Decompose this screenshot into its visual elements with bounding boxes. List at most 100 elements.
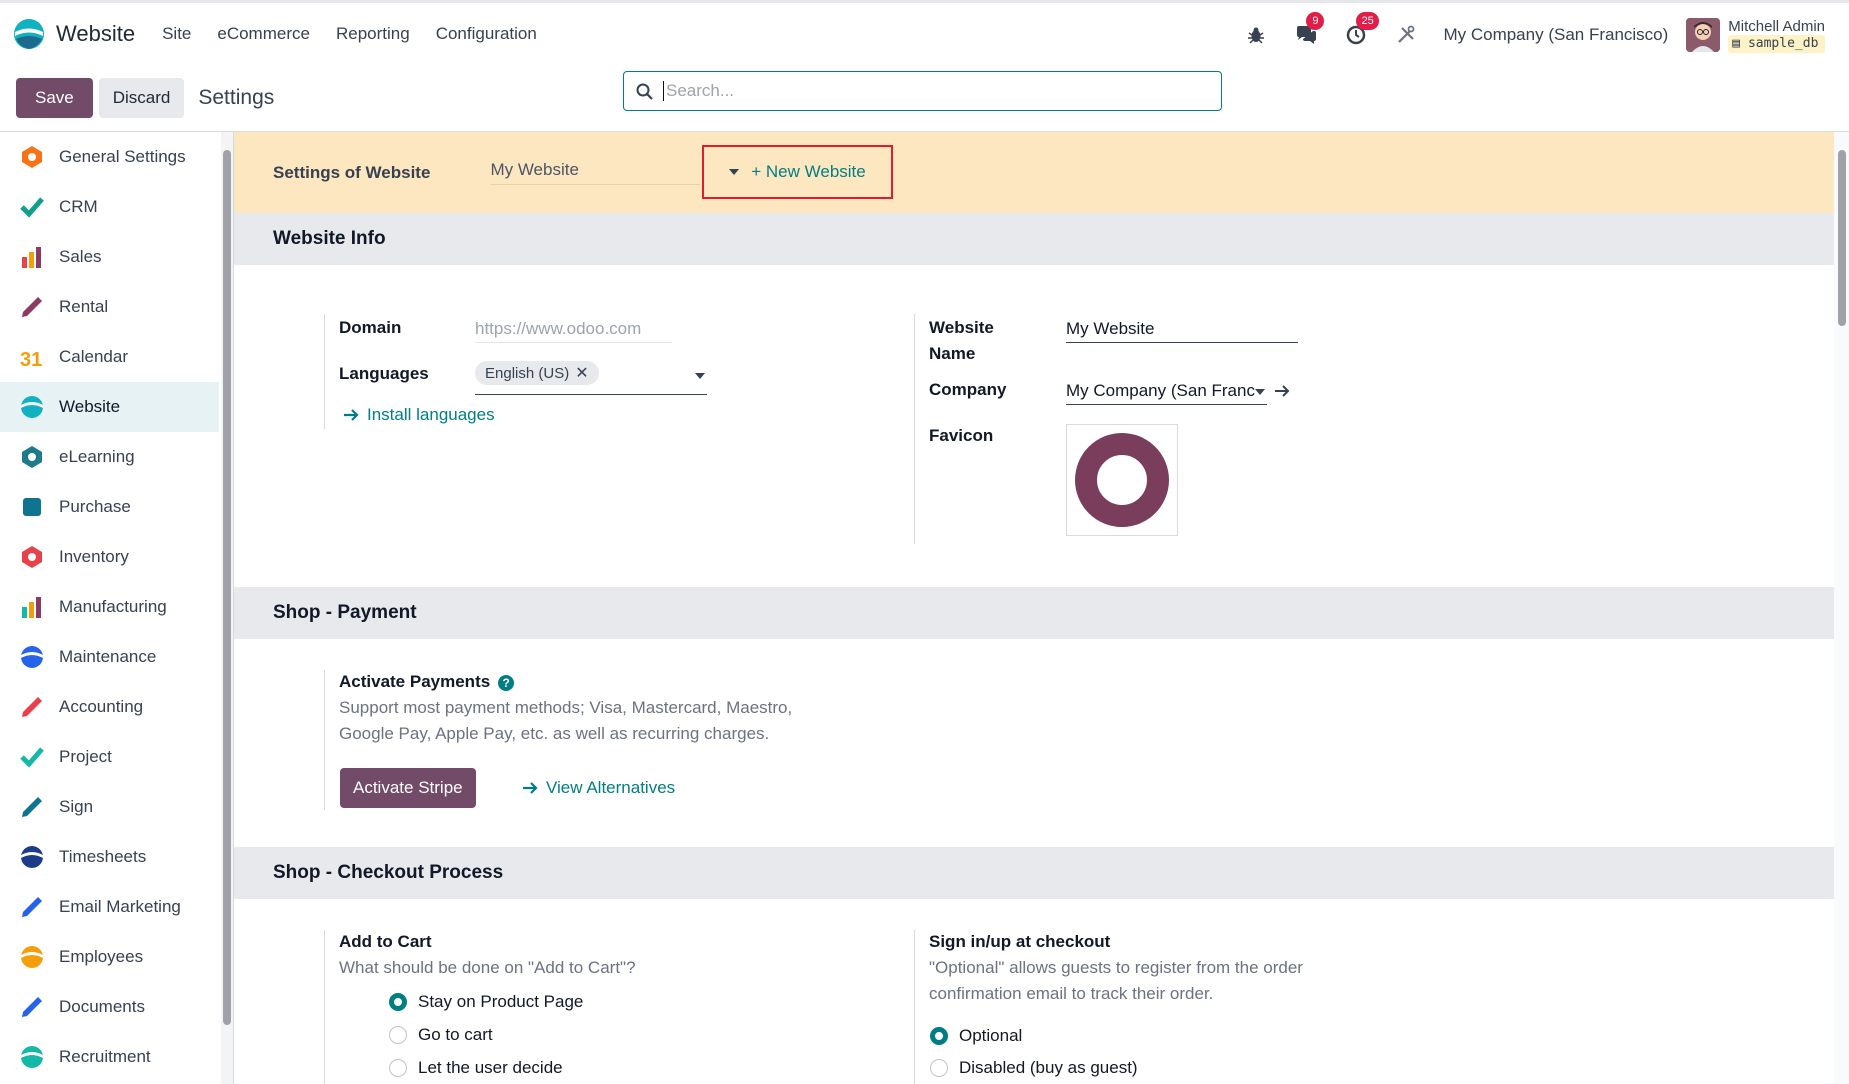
- activities-badge: 25: [1356, 12, 1379, 30]
- sidebar-item-label: Sign: [59, 797, 94, 816]
- company-label: Company: [929, 380, 1007, 399]
- sidebar-item-label: Purchase: [59, 497, 131, 516]
- sidebar-item-website[interactable]: Website: [0, 382, 219, 432]
- settings-search[interactable]: [623, 71, 1222, 111]
- radio-unchecked-icon[interactable]: [389, 1059, 407, 1077]
- website-name-label-2: Name: [929, 344, 976, 363]
- radio-signin-disabled[interactable]: Disabled (buy as guest): [930, 1058, 1138, 1078]
- messages-chat-icon[interactable]: 9: [1293, 12, 1325, 48]
- sidebar-item-elearning[interactable]: eLearning: [0, 432, 219, 482]
- calendar-icon: 31: [18, 343, 46, 371]
- sidebar-item-timesheets[interactable]: Timesheets: [0, 832, 219, 882]
- chevron-down-icon: [729, 169, 740, 175]
- sidebar-item-maintenance[interactable]: Maintenance: [0, 632, 219, 682]
- view-alternatives-link[interactable]: View Alternatives: [522, 778, 675, 798]
- elearning-icon: [18, 443, 46, 471]
- domain-field[interactable]: https://www.odoo.com: [475, 319, 672, 343]
- new-website-button[interactable]: + New Website: [702, 145, 893, 199]
- sidebar-item-employees[interactable]: Employees: [0, 932, 219, 982]
- tools-icon[interactable]: [1393, 22, 1419, 48]
- sidebar-item-email-marketing[interactable]: Email Marketing: [0, 882, 219, 932]
- user-name: Mitchell Admin: [1728, 17, 1825, 35]
- purchase-icon: [18, 493, 46, 521]
- search-icon: [636, 83, 653, 100]
- sidebar-item-sales[interactable]: Sales: [0, 232, 219, 282]
- radio-checked-icon[interactable]: [389, 993, 407, 1011]
- domain-label: Domain: [339, 318, 402, 337]
- user-avatar[interactable]: [1686, 18, 1721, 52]
- sidebar-item-crm[interactable]: CRM: [0, 182, 219, 232]
- search-input[interactable]: [663, 81, 1183, 101]
- employees-icon: [18, 943, 46, 971]
- sidebar-item-recruitment[interactable]: Recruitment: [0, 1032, 219, 1082]
- website-select[interactable]: My Website: [490, 160, 701, 185]
- sidebar-item-label: General Settings: [59, 147, 186, 166]
- radio-stay-on-product-page[interactable]: Stay on Product Page: [389, 992, 583, 1012]
- company-field[interactable]: My Company (San Franc: [1066, 381, 1267, 405]
- sidebar-item-general-settings[interactable]: General Settings: [0, 132, 219, 182]
- sidebar-item-label: Employees: [59, 947, 144, 966]
- content-scrollbar[interactable]: [1834, 132, 1849, 1084]
- signin-checkout-label: Sign in/up at checkout: [929, 932, 1111, 951]
- chevron-down-icon[interactable]: [1255, 389, 1265, 395]
- save-button[interactable]: Save: [16, 77, 93, 118]
- sidebar-item-label: Documents: [59, 997, 145, 1016]
- sidebar-item-label: CRM: [59, 197, 98, 216]
- radio-checked-icon[interactable]: [930, 1027, 948, 1045]
- maintenance-icon: [18, 643, 46, 671]
- sidebar-item-label: Recruitment: [59, 1047, 151, 1066]
- activate-payments-description: Support most payment methods; Visa, Mast…: [339, 698, 793, 743]
- sidebar-item-label: Inventory: [59, 547, 129, 566]
- remove-tag-icon[interactable]: ✕: [575, 365, 588, 382]
- chevron-down-icon[interactable]: [695, 373, 705, 379]
- add-to-cart-label: Add to Cart: [339, 932, 432, 951]
- rental-icon: [18, 293, 46, 321]
- sidebar-item-sign[interactable]: Sign: [0, 782, 219, 832]
- inventory-icon: [18, 543, 46, 571]
- menu-configuration[interactable]: Configuration: [423, 24, 550, 44]
- radio-unchecked-icon[interactable]: [930, 1059, 948, 1077]
- sidebar-scrollbar[interactable]: [221, 132, 233, 1084]
- menu-reporting[interactable]: Reporting: [323, 24, 423, 44]
- website-name-field[interactable]: My Website: [1066, 319, 1298, 343]
- internal-link-arrow-icon[interactable]: [1274, 384, 1290, 398]
- radio-let-user-decide[interactable]: Let the user decide: [389, 1058, 563, 1078]
- website-app-icon: [14, 18, 44, 49]
- sidebar-scrollbar-thumb[interactable]: [223, 150, 231, 1025]
- sidebar-item-label: Website: [59, 397, 121, 416]
- manufacturing-icon: [18, 593, 46, 621]
- debug-bug-icon[interactable]: [1243, 22, 1269, 48]
- sidebar-item-label: Rental: [59, 297, 109, 316]
- company-switcher[interactable]: My Company (San Francisco): [1443, 25, 1668, 45]
- sidebar-item-rental[interactable]: Rental: [0, 282, 219, 332]
- radio-go-to-cart[interactable]: Go to cart: [389, 1025, 493, 1045]
- sidebar-item-inventory[interactable]: Inventory: [0, 532, 219, 582]
- activate-stripe-button[interactable]: Activate Stripe: [340, 768, 476, 808]
- app-brand[interactable]: Website: [12, 17, 149, 51]
- svg-text:31: 31: [20, 349, 42, 371]
- sidebar-item-calendar[interactable]: 31 Calendar: [0, 332, 219, 382]
- content-scrollbar-thumb[interactable]: [1838, 150, 1846, 326]
- sidebar-item-label: Email Marketing: [59, 897, 181, 916]
- favicon-image[interactable]: [1066, 424, 1178, 536]
- languages-label: Languages: [339, 364, 429, 383]
- sidebar-item-purchase[interactable]: Purchase: [0, 482, 219, 532]
- setting-divider: [324, 314, 325, 429]
- radio-signin-optional[interactable]: Optional: [930, 1026, 1022, 1046]
- recruitment-icon: [18, 1043, 46, 1071]
- languages-field[interactable]: English (US) ✕: [475, 361, 707, 395]
- website-settings-label: Settings of Website: [273, 162, 431, 182]
- sidebar-item-manufacturing[interactable]: Manufacturing: [0, 582, 219, 632]
- sidebar-item-project[interactable]: Project: [0, 732, 219, 782]
- radio-unchecked-icon[interactable]: [389, 1026, 407, 1044]
- discard-button[interactable]: Discard: [98, 77, 185, 118]
- user-menu[interactable]: Mitchell Admin ▤ sample_db: [1728, 18, 1825, 53]
- menu-ecommerce[interactable]: eCommerce: [204, 24, 323, 44]
- help-question-icon[interactable]: ?: [498, 675, 515, 691]
- activities-clock-icon[interactable]: 25: [1343, 12, 1379, 48]
- sidebar-item-documents[interactable]: Documents: [0, 982, 219, 1032]
- menu-site[interactable]: Site: [149, 24, 204, 44]
- sidebar-item-accounting[interactable]: Accounting: [0, 682, 219, 732]
- arrow-right-icon: [523, 782, 538, 794]
- install-languages-link[interactable]: Install languages: [343, 405, 495, 425]
